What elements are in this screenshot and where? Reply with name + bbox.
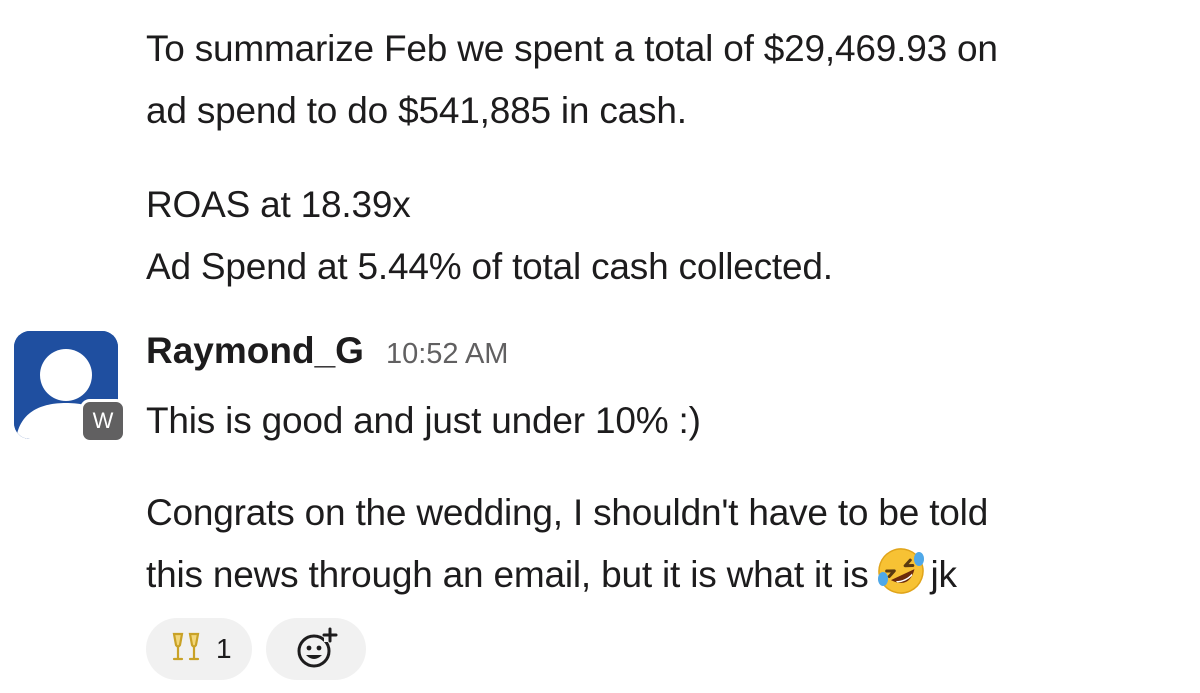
reaction-count: 1 <box>216 633 232 664</box>
message-line-text: jk <box>930 554 958 595</box>
message-second-paragraph: Congrats on the wedding, I shouldn't hav… <box>146 482 988 606</box>
previous-message-stats: ROAS at 18.39x Ad Spend at 5.44% of tota… <box>146 174 833 298</box>
reactions-bar: 1 <box>146 618 366 680</box>
roas-stat: ROAS at 18.39x <box>146 184 411 225</box>
add-reaction-button[interactable] <box>265 618 366 680</box>
reaction-clinking-glasses[interactable]: 1 <box>146 618 252 680</box>
ad-spend-stat: Ad Spend at 5.44% of total cash collecte… <box>146 246 833 287</box>
message-line-with-emoji: this news through an email, but it is wh… <box>146 544 988 606</box>
message-header: Raymond_G 10:52 AM <box>146 330 508 384</box>
message-first-line: This is good and just under 10% :) <box>146 400 701 441</box>
clinking-glasses-icon <box>168 628 204 670</box>
message-line: ad spend to do $541,885 in cash. <box>146 90 687 131</box>
slack-message-view: To summarize Feb we spent a total of $29… <box>0 0 1200 693</box>
rolling-on-the-floor-laughing-icon <box>877 548 924 594</box>
message-line: Congrats on the wedding, I shouldn't hav… <box>146 492 989 533</box>
message-timestamp[interactable]: 10:52 AM <box>386 338 509 371</box>
message-line: To summarize Feb we spent a total of $29… <box>146 28 998 69</box>
author-name[interactable]: Raymond_G <box>146 330 364 372</box>
previous-message-body: To summarize Feb we spent a total of $29… <box>146 18 998 142</box>
message-line-text: this news through an email, but it is wh… <box>146 554 869 595</box>
add-emoji-reaction-icon <box>297 627 338 668</box>
workspace-badge: W <box>80 399 126 443</box>
